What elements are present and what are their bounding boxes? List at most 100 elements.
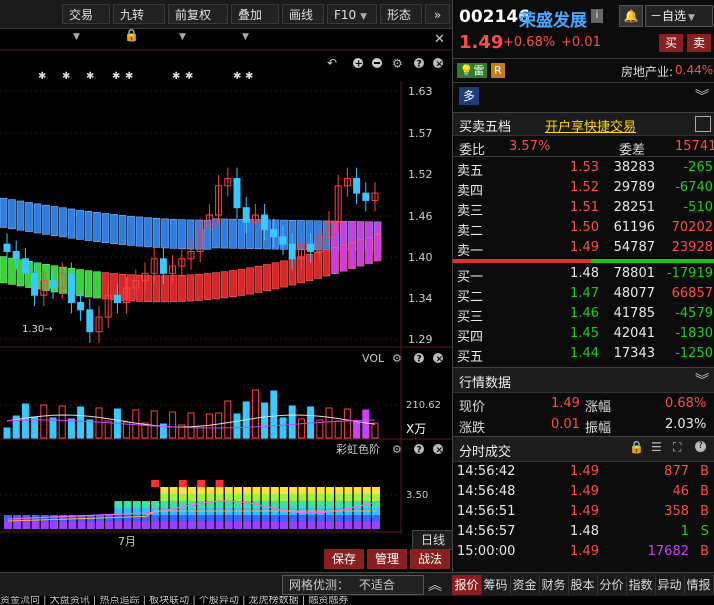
more-button[interactable]: »	[425, 4, 450, 24]
ask-price: 1.49	[570, 240, 599, 255]
tab-4[interactable]: 股本	[568, 575, 598, 595]
adjust-button[interactable]: 前复权▼	[168, 4, 228, 42]
svg-text:✱: ✱	[86, 71, 94, 82]
close-icon[interactable]: ✕	[434, 32, 445, 47]
rainbow-cell	[132, 522, 141, 529]
expand-icon[interactable]: ⛶	[673, 440, 681, 455]
period-selector[interactable]: 日线	[412, 530, 454, 550]
ask-row[interactable]: 卖五 1.53 38283 -265	[453, 158, 714, 179]
risk-tag[interactable]: 💡雷	[457, 63, 487, 78]
manage-button[interactable]: 管理	[367, 549, 407, 569]
bid-vol: 78801	[613, 266, 655, 281]
ask-vol: 38283	[613, 160, 655, 175]
bell-icon[interactable]: 🔔	[619, 5, 643, 27]
list-icon[interactable]: ☰	[651, 440, 662, 454]
bid-row[interactable]: 买五 1.44 17343 -1250	[453, 344, 714, 365]
industry-label[interactable]: 房地产业:	[621, 63, 673, 80]
bid-row[interactable]: 买二 1.47 48077 66857	[453, 284, 714, 305]
buy-button[interactable]: 买	[659, 34, 683, 52]
candle-body	[362, 192, 370, 201]
tick-side: B	[700, 484, 709, 499]
undo-icon[interactable]: ↶	[327, 56, 337, 70]
rainbow-cell	[123, 501, 132, 508]
rainbow-cell	[215, 501, 224, 508]
pattern-button[interactable]: 形态	[380, 4, 422, 24]
trade-button[interactable]: 交易▼	[62, 4, 110, 42]
gear-icon[interactable]: ⚙	[392, 443, 402, 456]
tab-1[interactable]: 筹码	[481, 575, 511, 595]
band-segment	[178, 219, 186, 250]
tab-8[interactable]: 情报	[684, 575, 714, 595]
bid-row[interactable]: 买一 1.48 78801 -17919	[453, 264, 714, 285]
gear-icon[interactable]: ⚙	[392, 57, 403, 71]
draw-line-button[interactable]: 画线	[282, 4, 324, 24]
bid-row[interactable]: 买三 1.46 41785 -4579	[453, 304, 714, 325]
svg-text:✱: ✱	[38, 71, 46, 82]
info-icon[interactable]: i	[591, 9, 603, 23]
bid-row[interactable]: 买四 1.45 42041 -1830	[453, 324, 714, 345]
band-segment	[169, 275, 178, 303]
rainbow-cell	[280, 501, 288, 508]
lock-icon[interactable]: 🔒	[629, 440, 644, 454]
tick-side: B	[700, 464, 709, 479]
band-segment	[254, 265, 263, 293]
candle-body	[353, 178, 361, 194]
double-chevron-down-icon[interactable]: ︾	[695, 86, 709, 106]
rainbow-cell	[160, 522, 169, 529]
rainbow-cell	[298, 494, 307, 501]
rainbow-cell	[215, 515, 224, 522]
rainbow-cell	[261, 494, 270, 501]
candle-body	[12, 250, 20, 260]
rainbow-cell	[289, 494, 298, 501]
candle-body	[159, 258, 167, 274]
rainbow-cell	[362, 494, 371, 501]
ask-row[interactable]: 卖一 1.49 54787 23928	[453, 238, 714, 259]
sell-button[interactable]: 卖	[687, 34, 711, 52]
tab-5[interactable]: 分价	[597, 575, 627, 595]
rainbow-cell	[335, 515, 344, 522]
overlay-button[interactable]: 叠加▼	[231, 4, 279, 42]
rainbow-cell	[215, 480, 224, 487]
ask-label: 卖五	[457, 164, 484, 179]
open-account-link[interactable]: 开户享快捷交易	[545, 116, 636, 135]
rainbow-cell	[206, 522, 215, 529]
watchlist-button[interactable]: －自选 ▼	[645, 5, 713, 27]
tab-7[interactable]: 异动	[655, 575, 685, 595]
f10-button[interactable]: F10 ▼	[327, 4, 377, 24]
bull-tag[interactable]: 多	[459, 87, 479, 105]
ask-row[interactable]: 卖三 1.51 28251 -510	[453, 198, 714, 219]
rainbow-cell	[243, 494, 252, 501]
double-chevron-up-icon[interactable]: ︽	[428, 575, 442, 595]
rainbow-cell	[224, 522, 233, 529]
bid-chg: 66857	[671, 286, 713, 301]
change-label: 涨跌	[459, 421, 486, 436]
rainbow-cell	[169, 522, 178, 529]
ask-row[interactable]: 卖四 1.52 29789 -6740	[453, 178, 714, 199]
overlay-label: 叠加	[238, 8, 263, 22]
jiuzhuan-button[interactable]: 九转🔒	[113, 4, 165, 42]
band-segment	[84, 270, 93, 298]
calculator-icon[interactable]	[695, 116, 711, 132]
volume-bar	[233, 413, 241, 439]
tab-3[interactable]: 财务	[539, 575, 569, 595]
grid-test[interactable]: 网格优测： 不适合	[282, 575, 424, 595]
tab-2[interactable]: 资金	[510, 575, 540, 595]
rainbow-cell	[344, 487, 353, 494]
help-icon[interactable]: ?	[695, 441, 706, 452]
band-segment	[84, 211, 93, 241]
bid-label: 买一	[457, 270, 484, 285]
strategy-button[interactable]: 战法	[410, 549, 450, 569]
orderbook-title: 买卖五档	[459, 120, 512, 135]
gear-icon[interactable]: ⚙	[392, 352, 402, 365]
double-chevron-down-icon[interactable]: ︾	[695, 370, 709, 390]
change-value: 0.01	[551, 417, 580, 432]
rainbow-cell	[307, 501, 316, 508]
ask-row[interactable]: 卖二 1.50 61196 70202	[453, 218, 714, 239]
ask-label: 卖一	[457, 244, 484, 259]
tick-price: 1.49	[570, 464, 599, 479]
tab-6[interactable]: 指数	[626, 575, 656, 595]
r-tag[interactable]: R	[491, 63, 505, 78]
ask-chg: 23928	[671, 240, 713, 255]
tab-0[interactable]: 报价	[452, 575, 482, 595]
save-button[interactable]: 保存	[324, 549, 364, 569]
